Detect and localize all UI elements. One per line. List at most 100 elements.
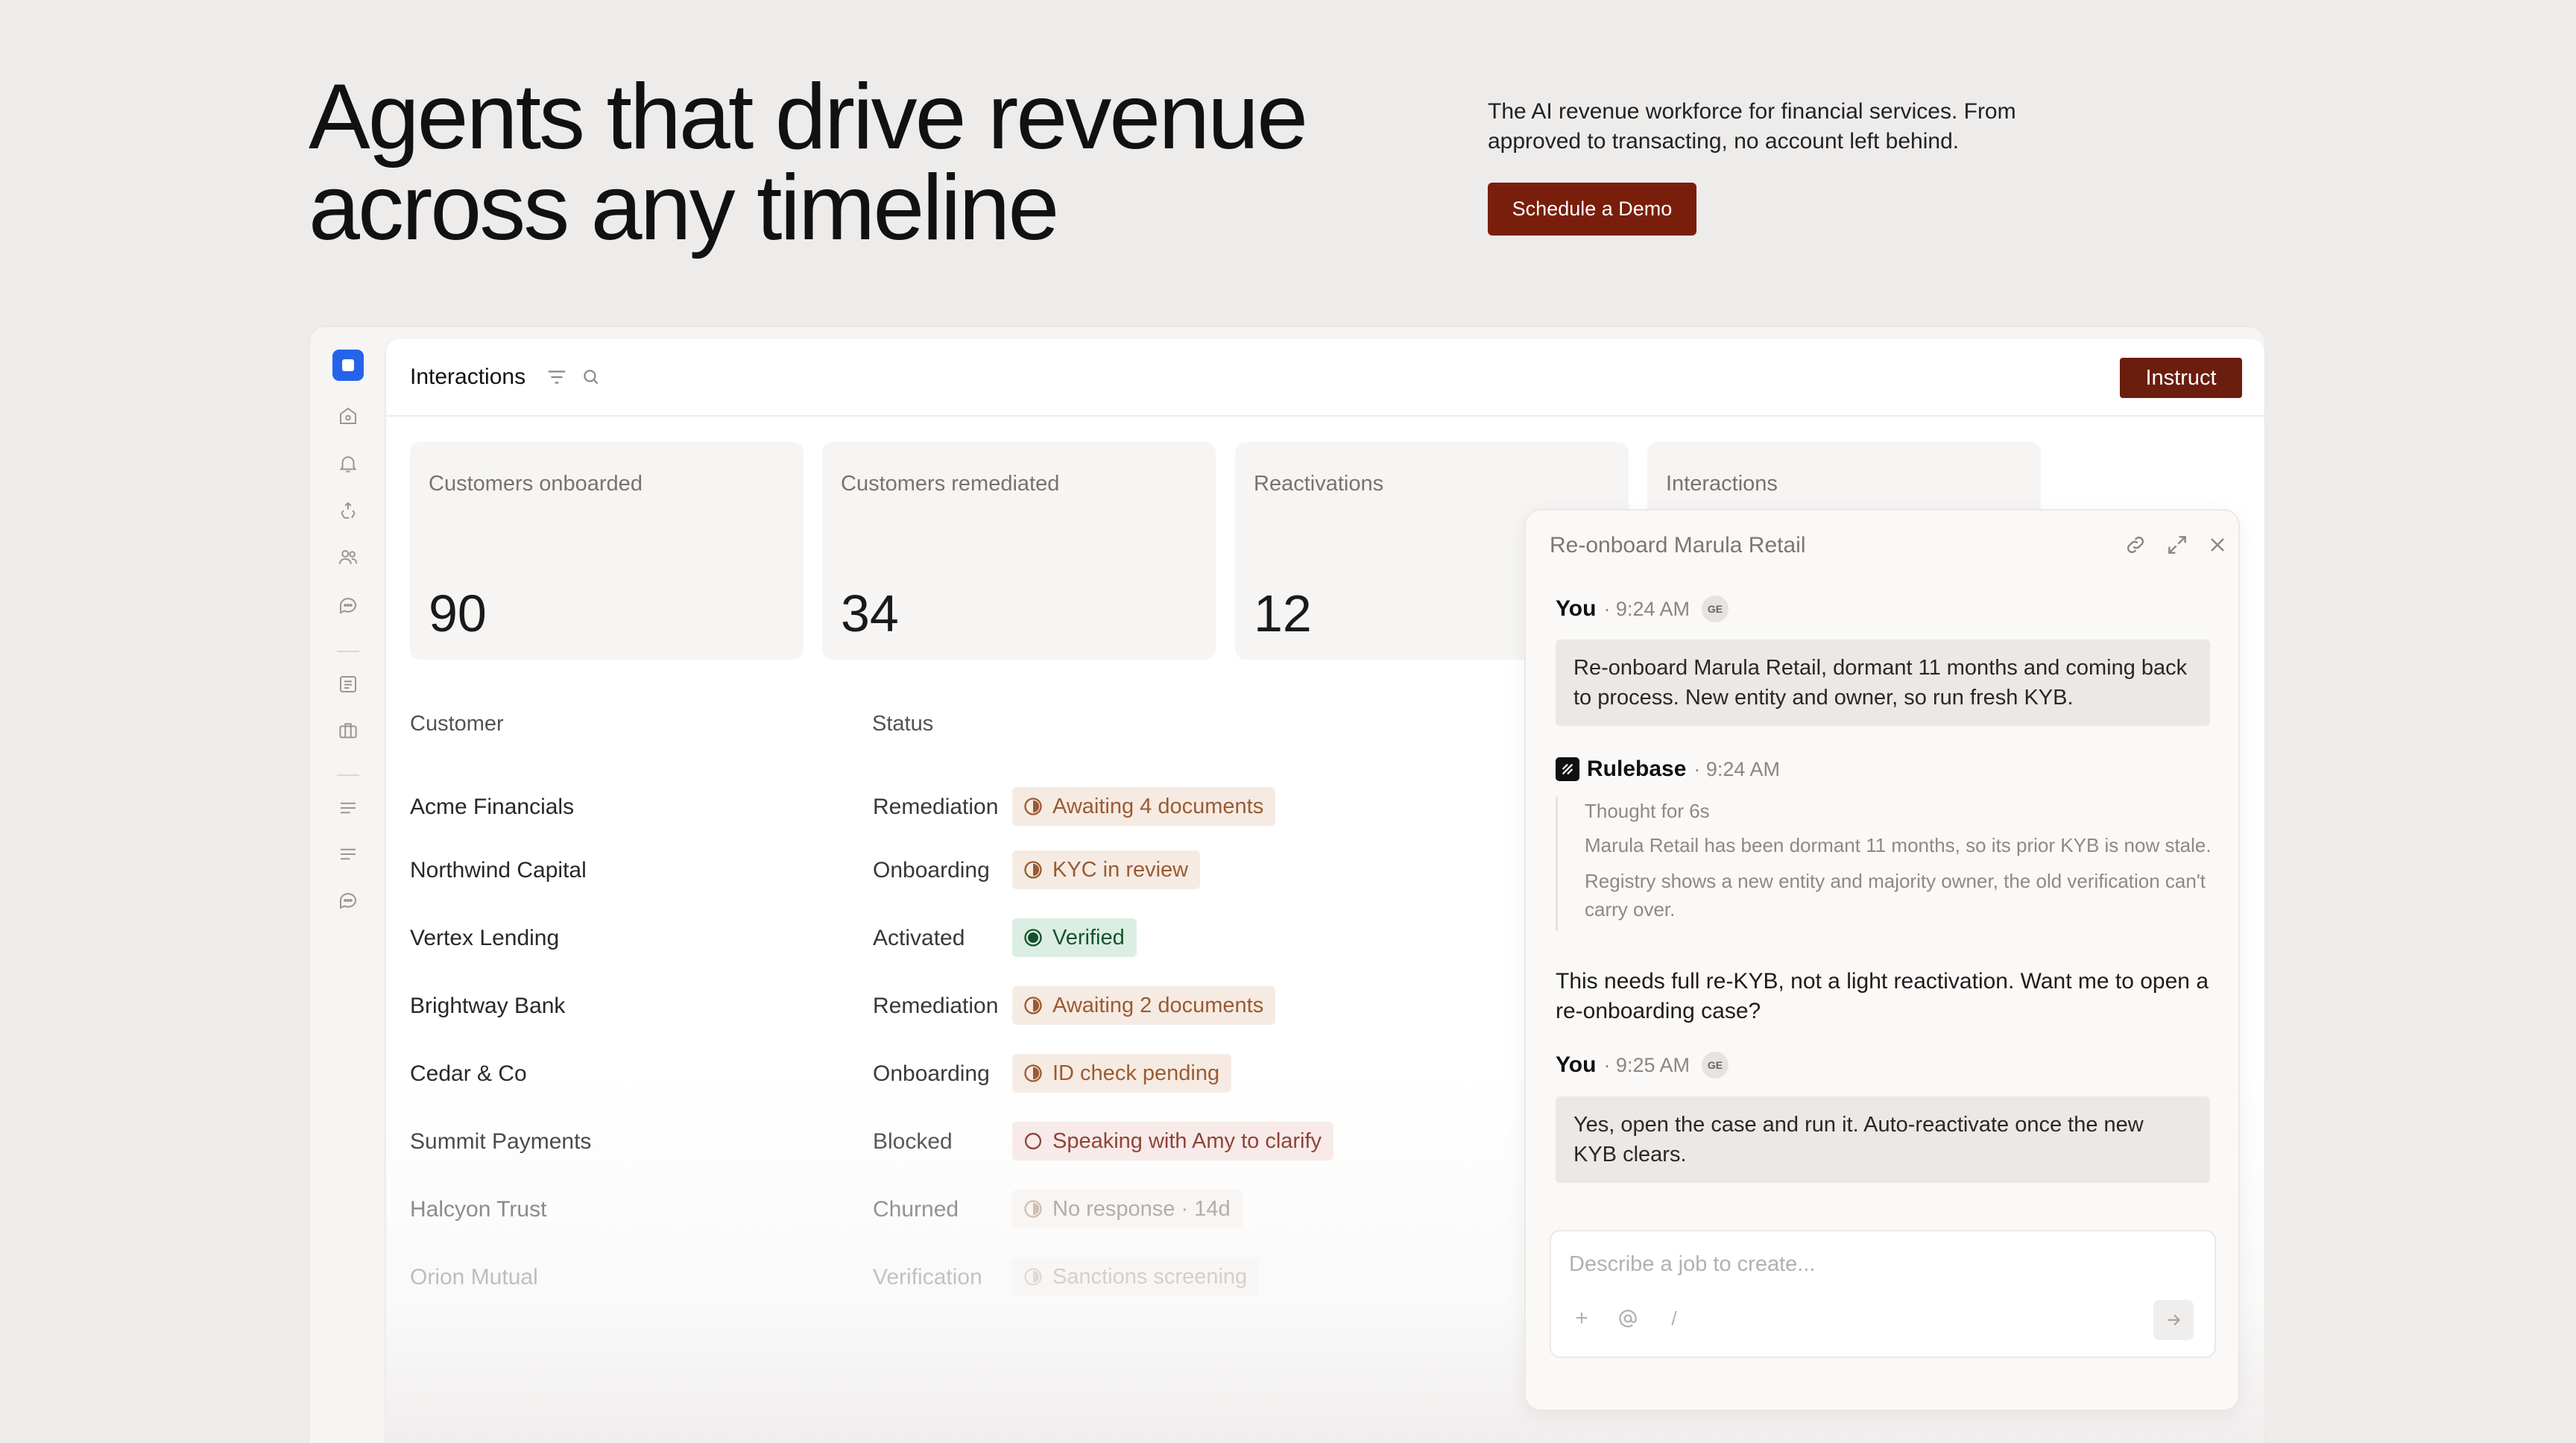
customer-name: Brightway Bank [410,994,566,1018]
status-stage: Onboarding [873,858,990,882]
table-row[interactable]: Halcyon Trust Churned No response · 14d [410,1190,1453,1231]
customer-name: Vertex Lending [410,926,560,950]
at-icon[interactable] [1617,1307,1639,1330]
hero-title: Agents that drive revenue across any tim… [309,66,1427,254]
status-badge-label: Verified [1052,925,1125,950]
chat-icon[interactable] [335,888,361,913]
half-circle-icon [1024,1268,1042,1286]
status-badge: Verified [1012,918,1137,957]
close-icon[interactable] [2206,533,2229,557]
slash-command-button[interactable]: / [1663,1307,1685,1330]
message-header: You · 9:25 AM GE [1556,1052,1729,1079]
table-row[interactable]: Brightway Bank Remediation Awaiting 2 do… [410,986,1453,1028]
user-message: Re-onboard Marula Retail, dormant 11 mon… [1556,640,2210,726]
list-icon[interactable] [335,672,361,697]
column-header-status[interactable]: Status [872,712,933,736]
lines-icon[interactable] [335,795,361,821]
lines-icon[interactable] [335,842,361,867]
sidebar-divider [337,774,359,776]
status-badge-label: ID check pending [1052,1061,1220,1085]
status-badge: ID check pending [1012,1054,1232,1093]
customer-name: Orion Mutual [410,1265,538,1289]
status-badge-label: Sanctions screening [1052,1264,1248,1289]
sidebar-divider [337,651,359,652]
page-title: Interactions [410,364,526,389]
stat-value: 12 [1254,584,1312,642]
arrow-right-icon [2168,1314,2181,1326]
filter-icon[interactable] [546,366,568,388]
status-badge-label: Speaking with Amy to clarify [1052,1128,1322,1153]
avatar: GE [1702,596,1729,622]
empty-circle-icon [1024,1132,1042,1150]
status-badge: KYC in review [1012,850,1201,889]
chat-icon[interactable] [335,593,361,618]
message-header: Rulebase · 9:24 AM [1556,757,1780,782]
half-circle-icon [1024,1064,1042,1082]
app-logo[interactable] [332,350,364,381]
agent-message: This needs full re-KYB, not a light reac… [1556,969,2209,1023]
job-description-input[interactable] [1569,1248,2180,1281]
send-button[interactable] [2153,1300,2194,1340]
user-message: Yes, open the case and run it. Auto-reac… [1556,1096,2210,1183]
customer-name: Summit Payments [410,1129,592,1154]
bell-icon[interactable] [335,451,361,476]
message-time: · 9:24 AM [1603,597,1690,620]
stat-card: Customers onboarded 90 [410,442,804,660]
rulebase-logo-icon [1556,757,1579,781]
stat-card: Customers remediated 34 [822,442,1216,660]
customer-name: Cedar & Co [410,1061,527,1086]
stat-label: Interactions [1666,472,1778,496]
table-row[interactable]: Orion Mutual Verification Sanctions scre… [410,1257,1453,1299]
thought-line: Registry shows a new entity and majority… [1585,870,2206,921]
status-badge: No response · 14d [1012,1190,1243,1228]
recycle-icon[interactable] [335,499,361,524]
thought-block[interactable]: Thought for 6s Marula Retail has been do… [1556,797,2212,931]
column-header-customer[interactable]: Customer [410,712,504,736]
status-badge-label: KYC in review [1052,857,1189,882]
stat-value: 90 [429,584,487,642]
status-stage: Churned [873,1197,959,1222]
message-author: You [1556,1052,1597,1077]
table-row[interactable]: Acme Financials Remediation Awaiting 4 d… [410,787,1453,829]
half-circle-icon [1024,798,1042,815]
stat-label: Customers remediated [841,472,1060,496]
customer-name: Northwind Capital [410,858,587,882]
chat-title: Re-onboard Marula Retail [1550,533,1806,558]
status-stage: Verification [873,1265,982,1289]
stat-label: Customers onboarded [429,472,643,496]
status-badge: Awaiting 2 documents [1012,986,1276,1025]
half-circle-icon [1024,1200,1042,1218]
half-circle-icon [1024,861,1042,879]
stat-value: 34 [841,584,899,642]
table-row[interactable]: Vertex Lending Activated Verified [410,918,1453,960]
status-badge: Sanctions screening [1012,1257,1260,1296]
sidebar [310,327,385,1443]
stat-label: Reactivations [1254,472,1384,496]
table-row[interactable]: Northwind Capital Onboarding KYC in revi… [410,850,1453,892]
plus-icon[interactable]: + [1570,1307,1593,1330]
status-stage: Remediation [873,795,999,819]
check-circle-icon [1024,929,1042,947]
instruct-button[interactable]: Instruct [2120,358,2242,398]
status-stage: Remediation [873,994,999,1018]
briefcase-icon[interactable] [335,718,361,743]
status-stage: Blocked [873,1129,953,1154]
status-stage: Activated [873,926,965,950]
status-badge: Awaiting 4 documents [1012,787,1276,826]
customer-name: Halcyon Trust [410,1197,547,1222]
status-badge-label: No response · 14d [1052,1196,1231,1221]
chat-panel: Re-onboard Marula Retail You · 9:24 AM G… [1524,509,2240,1411]
message-author: You [1556,596,1597,621]
home-icon[interactable] [335,403,361,429]
hero-title-line1: Agents that drive revenue [309,66,1308,168]
schedule-demo-button[interactable]: Schedule a Demo [1488,183,1696,236]
status-stage: Onboarding [873,1061,990,1086]
hero-description: The AI revenue workforce for financial s… [1488,99,2016,154]
table-row[interactable]: Summit Payments Blocked Speaking with Am… [410,1122,1453,1163]
message-header: You · 9:24 AM GE [1556,596,1729,622]
expand-icon[interactable] [2165,533,2189,557]
link-icon[interactable] [2124,533,2147,557]
table-row[interactable]: Cedar & Co Onboarding ID check pending [410,1054,1453,1096]
users-icon[interactable] [335,545,361,570]
search-icon[interactable] [581,367,601,387]
